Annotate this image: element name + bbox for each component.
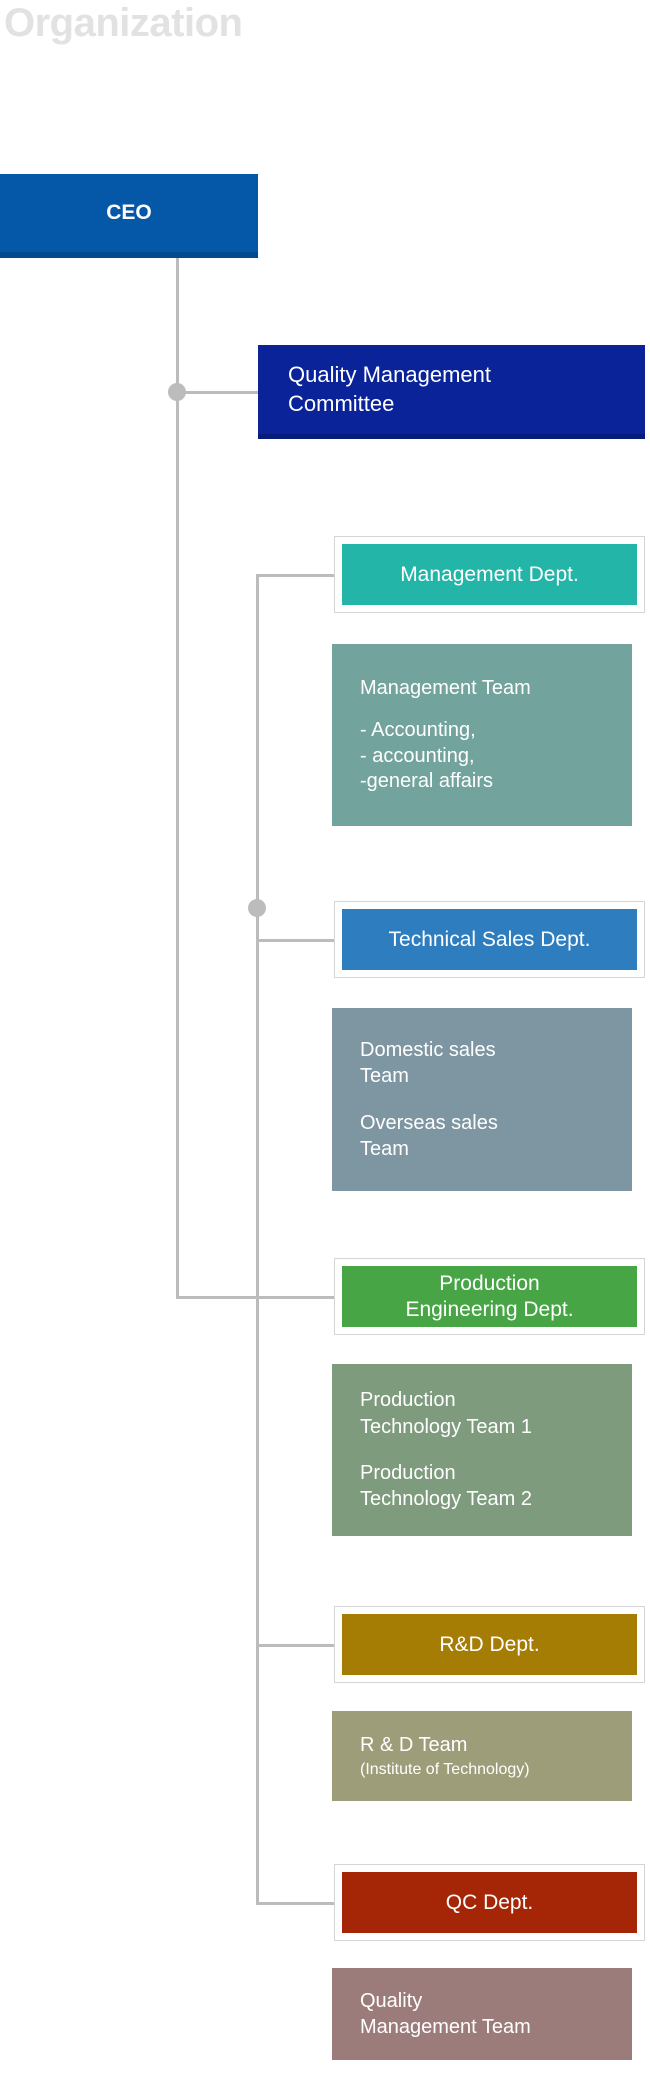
team-management: Management Team - Accounting, - accounti… xyxy=(332,644,632,826)
dept-production-engineering-line1: Production xyxy=(439,1271,540,1295)
team-quality-management: Quality Management Team xyxy=(332,1968,632,2060)
connector-department-spine xyxy=(256,574,259,1905)
dept-technical-sales-label: Technical Sales Dept. xyxy=(388,927,591,951)
team-production-technology: Production Technology Team 1 Production … xyxy=(332,1364,632,1536)
dept-rd-label: R&D Dept. xyxy=(439,1632,540,1656)
team-production-technology-2-line1: Production xyxy=(360,1462,456,1484)
dept-management-body: Management Dept. xyxy=(342,544,637,605)
team-management-heading: Management Team xyxy=(360,676,531,699)
connector-ceo-spine xyxy=(176,258,179,1299)
team-production-technology-2-line2: Technology Team 2 xyxy=(360,1488,532,1511)
node-dot-quality-committee xyxy=(168,383,186,401)
team-production-technology-1-line1: Production xyxy=(360,1389,456,1412)
dept-production-engineering-body: Production Engineering Dept. xyxy=(342,1266,637,1327)
list-item: -general affairs xyxy=(360,770,494,793)
dept-management-label: Management Dept. xyxy=(400,562,579,586)
list-item: - Accounting, xyxy=(360,719,476,742)
team-rd-heading: R & D Team xyxy=(360,1734,468,1757)
dept-management[interactable]: Management Dept. xyxy=(334,536,645,613)
team-management-bullets: - Accounting, - accounting, -general aff… xyxy=(360,718,632,795)
dept-production-engineering[interactable]: Production Engineering Dept. xyxy=(334,1258,645,1335)
node-ceo-label: CEO xyxy=(106,201,152,225)
node-quality-management-committee-line1: Quality Management xyxy=(288,361,491,387)
node-ceo[interactable]: CEO xyxy=(0,174,258,258)
node-quality-management-committee-line2: Committee xyxy=(288,390,395,416)
team-sales-domestic-line1: Domestic sales xyxy=(360,1038,496,1061)
dept-qc-body: QC Dept. xyxy=(342,1872,637,1933)
team-quality-management-line2: Management Team xyxy=(360,2016,531,2038)
page-title: Organization xyxy=(4,1,243,45)
connector-to-production-engineering-dept xyxy=(256,1296,334,1299)
dept-technical-sales[interactable]: Technical Sales Dept. xyxy=(334,901,645,978)
team-sales-domestic-line2: Team xyxy=(360,1065,409,1088)
team-sales-overseas-line2: Team xyxy=(360,1137,409,1160)
team-sales: Domestic sales Team Overseas sales Team xyxy=(332,1008,632,1191)
team-quality-management-line1: Quality xyxy=(360,1989,423,2012)
connector-to-technical-sales-dept xyxy=(256,939,334,942)
connector-ceo-to-quality-committee xyxy=(176,391,258,394)
dept-rd[interactable]: R&D Dept. xyxy=(334,1606,645,1683)
team-production-technology-1-line2: Technology Team 1 xyxy=(360,1415,532,1438)
team-rd: R & D Team (Institute of Technology) xyxy=(332,1711,632,1801)
connector-to-management-dept xyxy=(256,574,334,577)
list-item: - accounting, xyxy=(360,744,475,767)
team-rd-subtitle: (Institute of Technology) xyxy=(360,1760,530,1778)
connector-to-rd-dept xyxy=(256,1644,334,1647)
node-quality-management-committee[interactable]: Quality Management Committee xyxy=(258,345,645,439)
node-dot-technical-sales xyxy=(248,899,266,917)
team-sales-overseas-line1: Overseas sales xyxy=(360,1111,498,1134)
dept-production-engineering-line2: Engineering Dept. xyxy=(405,1297,574,1321)
dept-qc[interactable]: QC Dept. xyxy=(334,1864,645,1941)
dept-production-engineering-label-group: Production Engineering Dept. xyxy=(405,1271,573,1322)
dept-technical-sales-body: Technical Sales Dept. xyxy=(342,909,637,970)
connector-to-qc-dept xyxy=(256,1902,334,1905)
organization-chart: Organization CEO Quality Management Comm… xyxy=(0,0,650,2100)
dept-rd-body: R&D Dept. xyxy=(342,1614,637,1675)
dept-qc-label: QC Dept. xyxy=(445,1890,534,1914)
